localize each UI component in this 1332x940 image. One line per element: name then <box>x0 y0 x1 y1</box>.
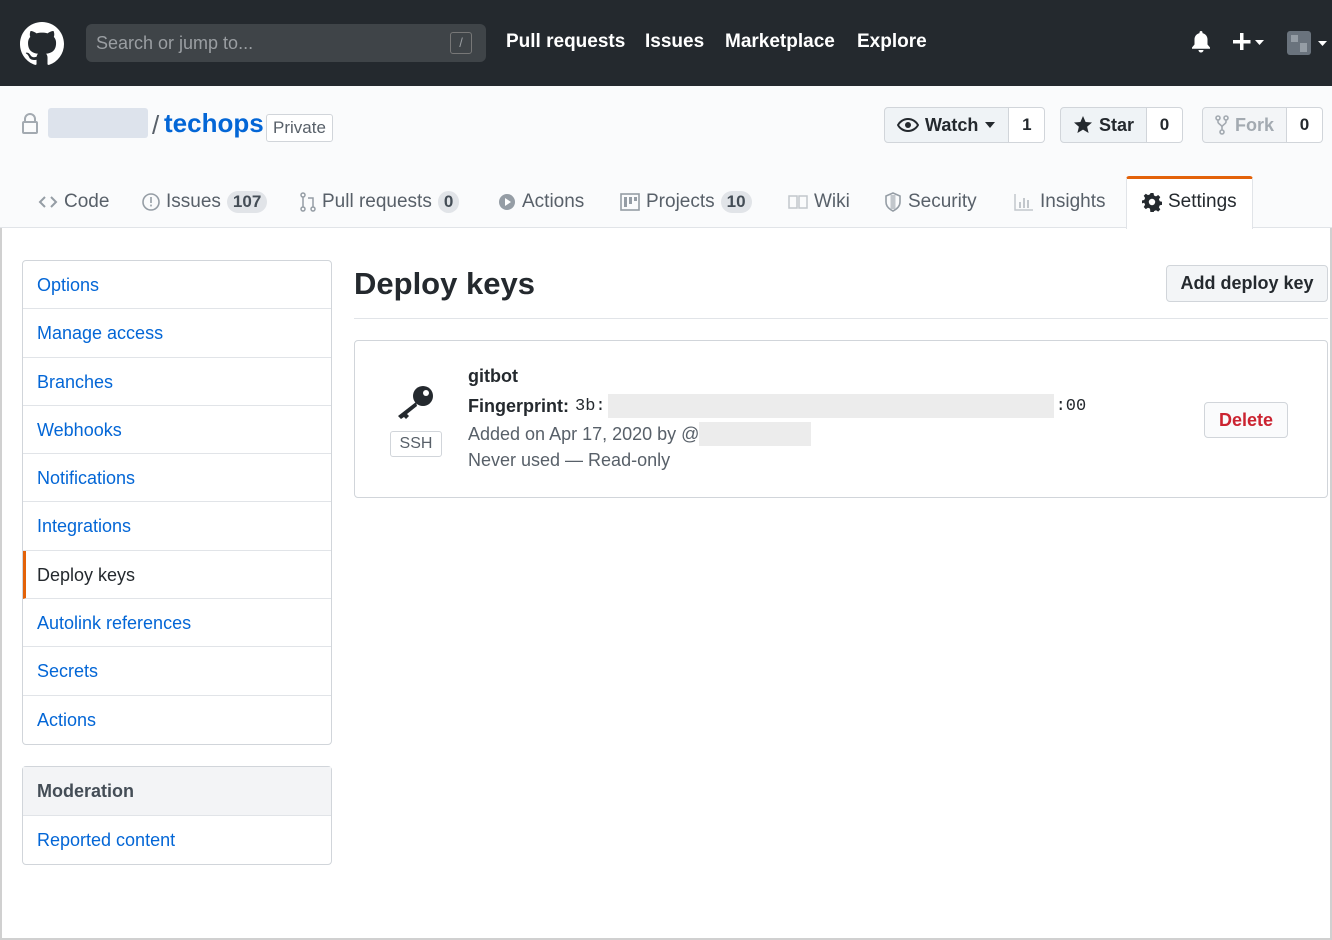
moderation-sidebar: Moderation Reported content <box>22 766 332 866</box>
tab-settings-label: Settings <box>1168 191 1237 212</box>
search-placeholder: Search or jump to... <box>96 33 254 53</box>
nav-issues[interactable]: Issues <box>645 31 704 53</box>
graph-icon <box>1014 194 1033 211</box>
tab-code[interactable]: Code <box>38 176 109 228</box>
tab-security-label: Security <box>908 191 977 212</box>
fingerprint-label: Fingerprint: <box>468 395 569 416</box>
gear-icon <box>1142 193 1162 212</box>
fork-button-group: Fork 0 <box>1202 107 1324 143</box>
sidebar-item-reported-content[interactable]: Reported content <box>23 816 331 864</box>
sidebar-item-actions[interactable]: Actions <box>23 696 331 744</box>
caret-down-icon <box>985 122 996 128</box>
moderation-heading: Moderation <box>23 767 331 816</box>
avatar-dropdown-icon[interactable] <box>1286 30 1330 56</box>
issue-icon <box>142 193 160 211</box>
key-icon <box>398 386 433 419</box>
pull-requests-counter: 0 <box>437 191 460 213</box>
star-button-group: Star 0 <box>1060 107 1184 143</box>
repo-owner-redacted[interactable] <box>48 108 148 138</box>
delete-key-button[interactable]: Delete <box>1204 402 1288 438</box>
book-icon <box>788 195 808 209</box>
tab-insights-label: Insights <box>1040 191 1106 212</box>
star-label: Star <box>1099 115 1135 135</box>
fork-count[interactable]: 0 <box>1287 107 1324 143</box>
fingerprint-end: :00 <box>1055 396 1087 416</box>
sidebar-item-manage-access[interactable]: Manage access <box>23 309 331 358</box>
search-input[interactable]: Search or jump to... <box>86 24 486 62</box>
nav-pull-requests[interactable]: Pull requests <box>506 31 625 53</box>
added-by-user-redacted[interactable] <box>699 422 812 446</box>
add-deploy-key-button[interactable]: Add deploy key <box>1166 265 1328 302</box>
code-icon <box>38 196 58 208</box>
fork-icon <box>1215 115 1229 135</box>
page-title: Deploy keys <box>354 266 535 301</box>
fingerprint-line: Fingerprint: 3b: :00 <box>468 394 1086 418</box>
repo-name-link[interactable]: techops <box>164 108 264 139</box>
repo-path-separator: / <box>152 110 160 140</box>
added-line: Added on Apr 17, 2020 by @ <box>468 422 812 446</box>
visibility-label: Private <box>266 114 333 142</box>
sidebar-item-notifications[interactable]: Notifications <box>23 454 331 503</box>
sidebar-item-autolink-references[interactable]: Autolink references <box>23 599 331 648</box>
tab-actions[interactable]: Actions <box>498 176 584 228</box>
tab-pull-requests-label: Pull requests <box>322 191 432 212</box>
tab-wiki[interactable]: Wiki <box>788 176 850 228</box>
sidebar-item-deploy-keys[interactable]: Deploy keys <box>23 550 331 600</box>
sidebar-item-webhooks[interactable]: Webhooks <box>23 406 331 455</box>
sidebar-item-branches[interactable]: Branches <box>23 358 331 406</box>
nav-marketplace[interactable]: Marketplace <box>725 31 835 53</box>
projects-counter: 10 <box>720 191 752 213</box>
usage-status: Never used — Read-only <box>468 450 671 470</box>
tab-issues[interactable]: Issues 107 <box>142 176 268 228</box>
fork-button[interactable]: Fork <box>1202 107 1288 143</box>
sidebar-item-integrations[interactable]: Integrations <box>23 502 331 551</box>
star-button[interactable]: Star <box>1060 107 1148 143</box>
tab-security[interactable]: Security <box>884 176 977 228</box>
fingerprint-start: 3b: <box>575 396 606 416</box>
shield-icon <box>885 192 901 212</box>
issues-counter: 107 <box>226 191 268 213</box>
fork-label: Fork <box>1235 115 1275 135</box>
play-icon <box>499 194 515 210</box>
deploy-key-list <box>354 340 1328 498</box>
pull-request-icon <box>300 192 316 212</box>
plus-dropdown-icon[interactable] <box>1232 30 1266 54</box>
tab-wiki-label: Wiki <box>814 191 850 212</box>
watch-button[interactable]: Watch <box>884 107 1010 143</box>
tab-settings[interactable]: Settings <box>1142 176 1237 228</box>
tab-insights[interactable]: Insights <box>1014 176 1105 228</box>
lock-icon <box>22 113 38 134</box>
tab-code-label: Code <box>64 191 110 212</box>
project-icon <box>620 193 640 211</box>
tab-pull-requests[interactable]: Pull requests 0 <box>300 176 460 228</box>
settings-sidebar: Options Manage access Branches Webhooks … <box>22 260 332 745</box>
subhead-divider <box>354 318 1328 319</box>
fingerprint-redacted <box>607 394 1054 418</box>
bell-icon[interactable] <box>1190 30 1212 54</box>
github-logo-icon[interactable] <box>20 22 64 66</box>
search-shortcut-key: / <box>450 32 472 54</box>
tab-actions-label: Actions <box>522 191 585 212</box>
tab-issues-label: Issues <box>166 191 221 212</box>
star-count[interactable]: 0 <box>1147 107 1184 143</box>
watch-count[interactable]: 1 <box>1009 107 1046 143</box>
key-type-label: SSH <box>390 431 442 457</box>
eye-icon <box>897 117 919 133</box>
added-text: Added on Apr 17, 2020 by @ <box>468 423 700 444</box>
watch-button-group: Watch 1 <box>884 107 1046 143</box>
global-header: Search or jump to... / Pull requests Iss… <box>0 0 1332 86</box>
sidebar-item-secrets[interactable]: Secrets <box>23 647 331 696</box>
watch-label: Watch <box>925 115 979 135</box>
star-icon <box>1074 116 1092 133</box>
nav-explore[interactable]: Explore <box>857 31 927 53</box>
sidebar-item-options[interactable]: Options <box>23 261 331 310</box>
tab-projects[interactable]: Projects 10 <box>620 176 752 228</box>
tab-projects-label: Projects <box>646 191 715 212</box>
deploy-key-title: gitbot <box>468 366 518 386</box>
